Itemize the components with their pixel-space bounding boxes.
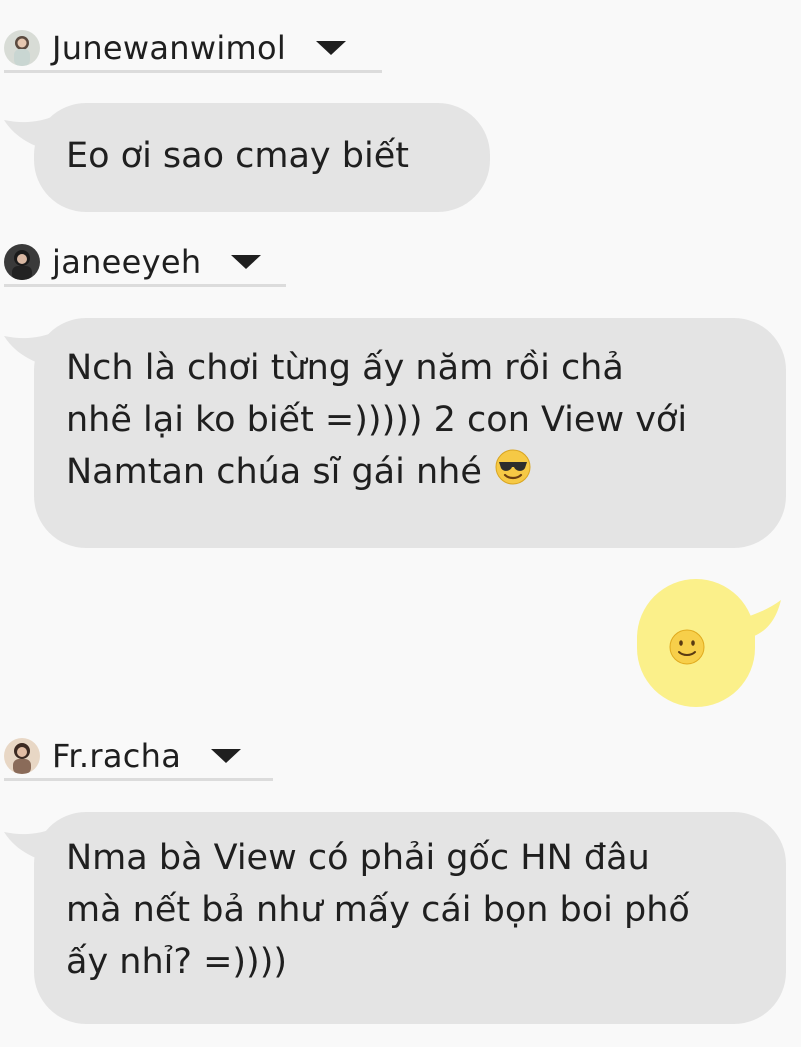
chevron-down-icon[interactable] [211,749,242,763]
message-bubble[interactable]: Eo ơi sao cmay biết [34,103,490,212]
avatar[interactable] [4,244,40,280]
message-line-with-emoji: Namtan chúa sĩ gái nhé [66,446,786,498]
avatar-image [4,30,40,66]
message-line: Nch là chơi từng ấy năm rồi chả [66,348,624,388]
avatar[interactable] [4,30,40,66]
chevron-down-icon[interactable] [231,255,262,269]
sender-header[interactable]: Junewanwimol [4,26,382,73]
message-bubble[interactable]: Nch là chơi từng ấy năm rồi chả nhẽ lại … [34,318,786,548]
avatar[interactable] [4,738,40,774]
message-bubble[interactable]: Nma bà View có phải gốc HN đâu mà nết bả… [34,812,786,1024]
message-line: Nma bà View có phải gốc HN đâu [66,838,650,878]
username[interactable]: Fr.racha [52,737,181,775]
slightly-smiling-face-icon [669,629,705,665]
message-line: Namtan chúa sĩ gái nhé [66,452,482,492]
avatar-image [4,244,40,280]
message-text: Eo ơi sao cmay biết [66,136,409,176]
emoji-message-bubble[interactable] [637,579,755,707]
username[interactable]: janeeyeh [52,243,201,281]
message-line: ấy nhỉ? =)))) [66,942,288,982]
avatar-image [4,738,40,774]
sender-header[interactable]: Fr.racha [4,734,273,781]
message-line: nhẽ lại ko biết =))))) 2 con View với [66,400,688,440]
sender-header[interactable]: janeeyeh [4,240,286,287]
username[interactable]: Junewanwimol [52,29,286,67]
smiling-face-with-sunglasses-icon [493,447,533,487]
chevron-down-icon[interactable] [316,41,347,55]
message-line: mà nết bả như mấy cái bọn boi phố [66,890,690,930]
chat-thread: Junewanwimol Eo ơi sao cmay biết janeeye… [0,0,801,1047]
